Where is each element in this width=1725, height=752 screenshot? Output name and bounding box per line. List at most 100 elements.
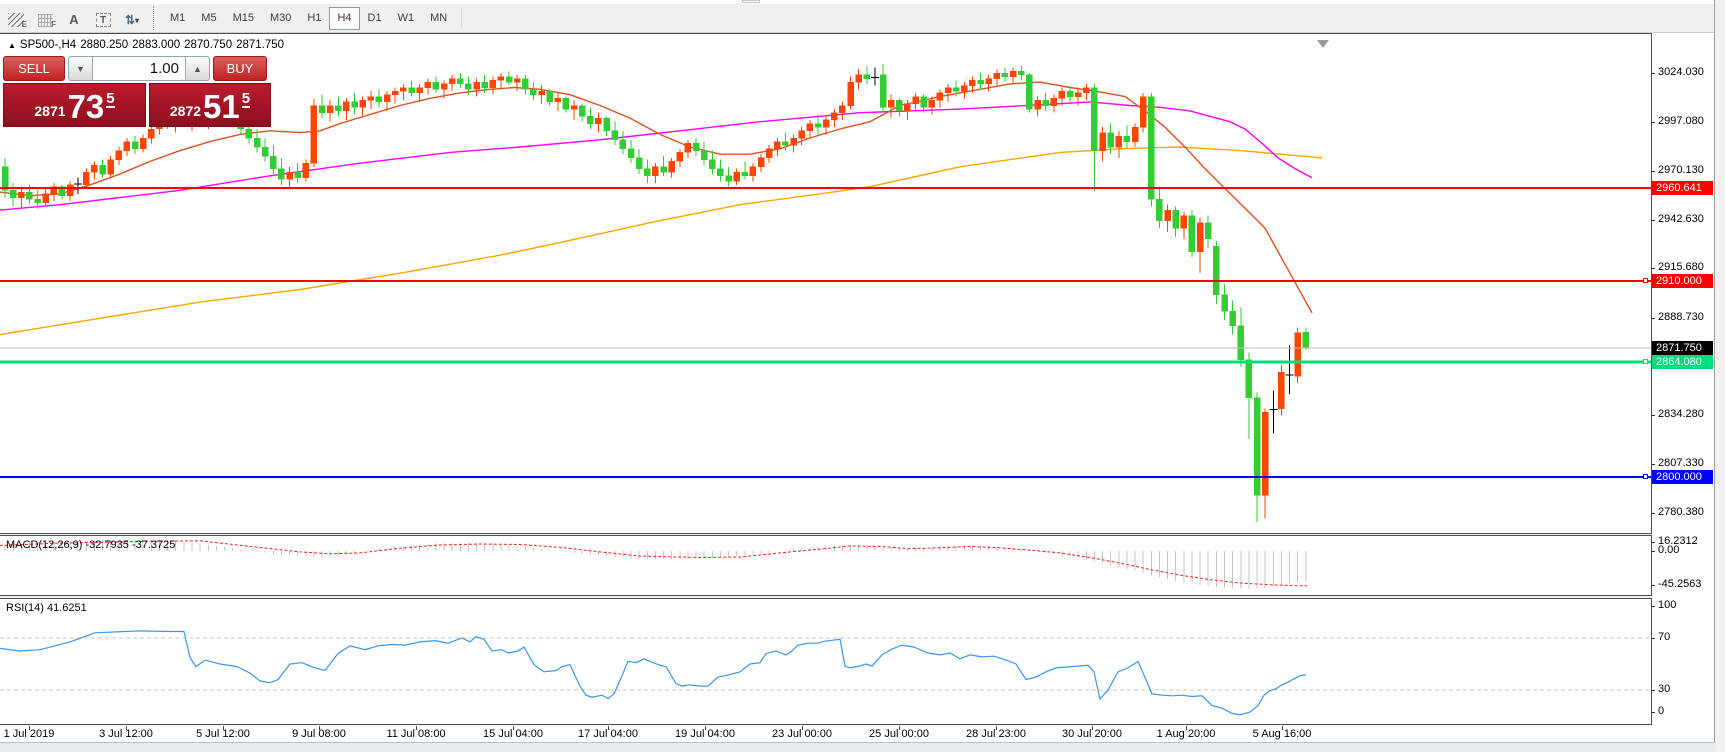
candle	[913, 93, 919, 111]
candle	[758, 154, 764, 172]
buy-button[interactable]: BUY	[213, 56, 267, 81]
chart-shift-marker-icon[interactable]	[1317, 40, 1329, 48]
candle	[685, 140, 691, 158]
time-tick-label: 11 Jul 08:00	[386, 728, 445, 740]
price-tick-mark	[1651, 268, 1655, 269]
timeframe-button-W1[interactable]: W1	[390, 7, 423, 30]
candle	[734, 169, 740, 185]
candle	[661, 156, 667, 176]
candle	[701, 142, 707, 165]
doji-candle	[1269, 391, 1277, 434]
candle	[457, 73, 463, 87]
time-tick-label: 25 Jul 00:00	[869, 728, 929, 740]
candle	[831, 109, 837, 127]
macd-indicator-label: MACD(12,26,9) -32.7935 -37.3725	[6, 539, 175, 551]
candle	[108, 156, 114, 178]
collapse-arrow-icon[interactable]: ▲	[8, 41, 16, 50]
dropdown-caret-icon[interactable]: ▾	[135, 16, 139, 25]
line-handle[interactable]	[1643, 474, 1648, 479]
candles-layer	[2, 64, 1309, 522]
rsi-tick-label: 0	[1658, 705, 1664, 717]
rsi-tick-mark	[1651, 638, 1655, 639]
candle	[278, 158, 284, 185]
candle	[35, 190, 41, 208]
candle	[1189, 210, 1195, 257]
sell-price-tile[interactable]: 2871 73 5	[3, 83, 146, 127]
candle	[1148, 93, 1154, 207]
candle	[490, 77, 496, 95]
candle	[620, 131, 626, 154]
candle	[327, 100, 333, 122]
candle	[295, 163, 301, 183]
macd-tick-label: 0.00	[1658, 544, 1679, 556]
time-tick-label: 19 Jul 04:00	[675, 728, 735, 740]
price-tick-mark	[1651, 122, 1655, 123]
candle	[1230, 300, 1236, 334]
macd-histogram	[5, 540, 1306, 589]
pattern-lines-icon[interactable]: E	[3, 7, 29, 29]
rsi-tick-label: 70	[1658, 631, 1670, 643]
candle	[417, 84, 423, 102]
volume-increase-button[interactable]: ▲	[185, 56, 210, 81]
candle	[1181, 212, 1187, 239]
macd-tick-mark	[1651, 585, 1655, 586]
buy-price-tile[interactable]: 2872 51 5	[149, 83, 271, 127]
timeframe-button-MN[interactable]: MN	[422, 7, 455, 30]
window-right-margin	[1715, 0, 1725, 752]
price-tick-mark	[1651, 73, 1655, 74]
candle	[1002, 68, 1008, 83]
line-handle[interactable]	[1643, 278, 1648, 283]
candle	[148, 125, 154, 143]
timeframe-button-H4[interactable]: H4	[329, 7, 359, 30]
rsi-plot[interactable]	[0, 599, 1651, 724]
sell-price-main: 73	[68, 92, 105, 122]
text-label-icon[interactable]: A	[61, 7, 87, 29]
macd-tick-label: -45.2563	[1658, 578, 1701, 590]
grid-icon[interactable]: F	[32, 7, 58, 29]
doji-candle	[871, 68, 879, 86]
candle	[994, 69, 1000, 85]
candle	[1295, 327, 1301, 383]
price-badge: 2800.000	[1652, 470, 1713, 484]
macd-plot[interactable]	[0, 536, 1651, 595]
candle	[644, 160, 650, 184]
buy-price-pip: 5	[242, 92, 250, 108]
price-tick-label: 2888.730	[1658, 311, 1704, 323]
price-tick-label: 2942.630	[1658, 213, 1704, 225]
candle	[1205, 216, 1211, 249]
timeframe-button-M5[interactable]: M5	[193, 7, 224, 30]
candle	[433, 77, 439, 93]
text-box-icon[interactable]: T	[90, 7, 116, 29]
timeframe-button-M1[interactable]: M1	[162, 7, 193, 30]
timeframe-button-M15[interactable]: M15	[225, 7, 262, 30]
arrange-arrows-icon[interactable]: ⇅▾	[119, 7, 145, 29]
candle	[530, 82, 536, 100]
candle	[1165, 205, 1171, 232]
candle	[506, 71, 512, 85]
sell-button[interactable]: SELL	[3, 56, 65, 81]
candle	[571, 100, 577, 120]
text-label-icon: A	[69, 11, 78, 29]
candle	[978, 73, 984, 89]
volume-decrease-button[interactable]: ▼	[68, 56, 93, 81]
timeframe-button-M30[interactable]: M30	[262, 7, 299, 30]
time-tick-label: 30 Jul 20:00	[1062, 728, 1122, 740]
candle	[1238, 308, 1244, 368]
candle	[839, 102, 845, 120]
candle	[2, 158, 8, 198]
candle	[709, 151, 715, 174]
arrange-arrows-icon: ⇅	[125, 13, 134, 27]
candle	[368, 91, 374, 109]
doji-candle	[1286, 345, 1294, 394]
price-tick-label: 2807.330	[1658, 457, 1704, 469]
window-control-fragment	[742, 0, 760, 3]
line-handle[interactable]	[1643, 359, 1648, 364]
rsi-tick-mark	[1651, 606, 1655, 607]
time-tick-label: 9 Jul 08:00	[292, 728, 346, 740]
timeframe-button-D1[interactable]: D1	[360, 7, 390, 30]
timeframe-button-H1[interactable]: H1	[299, 7, 329, 30]
pattern-lines-icon-sub: E	[22, 20, 27, 29]
grid-icon-sub: F	[51, 20, 56, 29]
volume-input[interactable]	[93, 56, 185, 81]
sell-price-prefix: 2871	[34, 103, 65, 119]
